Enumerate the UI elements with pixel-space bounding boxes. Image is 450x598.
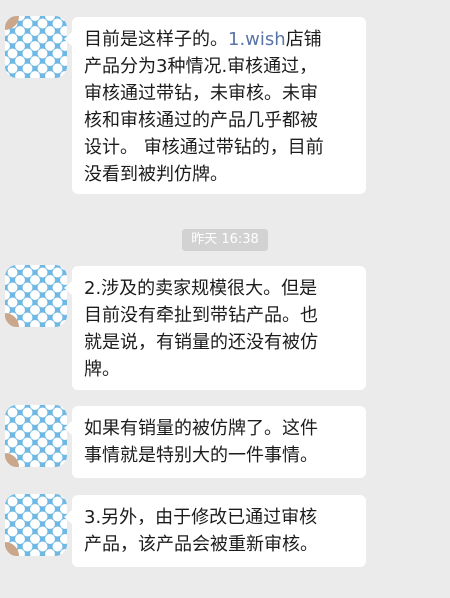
message-bubble-2[interactable]: 2.涉及的卖家规模很大。但是 目前没有牵扯到带钻产品。也 就是说，有销量的还没有… <box>64 266 366 390</box>
message-bubble-1[interactable]: 目前是这样子的。1.wish店铺 产品分为3种情况.审核通过， 审核通过带钻，未… <box>64 17 366 194</box>
avatar-corner-decoration <box>5 542 19 556</box>
sender-avatar[interactable] <box>5 405 67 467</box>
chat-message-list[interactable]: 目前是这样子的。1.wish店铺 产品分为3种情况.审核通过， 审核通过带钻，未… <box>0 0 450 598</box>
message-text: 目前是这样子的。 <box>84 29 228 50</box>
message-link[interactable]: 1.wish <box>228 29 286 50</box>
message-text: 店铺 产品分为3种情况.审核通过， 审核通过带钻，未审核。未审 核和审核通过的产… <box>84 29 324 185</box>
sender-avatar[interactable] <box>5 494 67 556</box>
message-bubble-3[interactable]: 如果有销量的被仿牌了。这件 事情就是特别大的一件事情。 <box>64 406 366 478</box>
avatar-corner-decoration <box>5 16 19 30</box>
message-bubble-4[interactable]: 3.另外，由于修改已通过审核 产品，该产品会被重新审核。 <box>64 495 366 567</box>
message-timestamp: 昨天 16:38 <box>182 229 268 251</box>
sender-avatar[interactable] <box>5 16 67 78</box>
avatar-corner-decoration <box>5 313 19 327</box>
avatar-corner-decoration <box>5 453 19 467</box>
sender-avatar[interactable] <box>5 265 67 327</box>
